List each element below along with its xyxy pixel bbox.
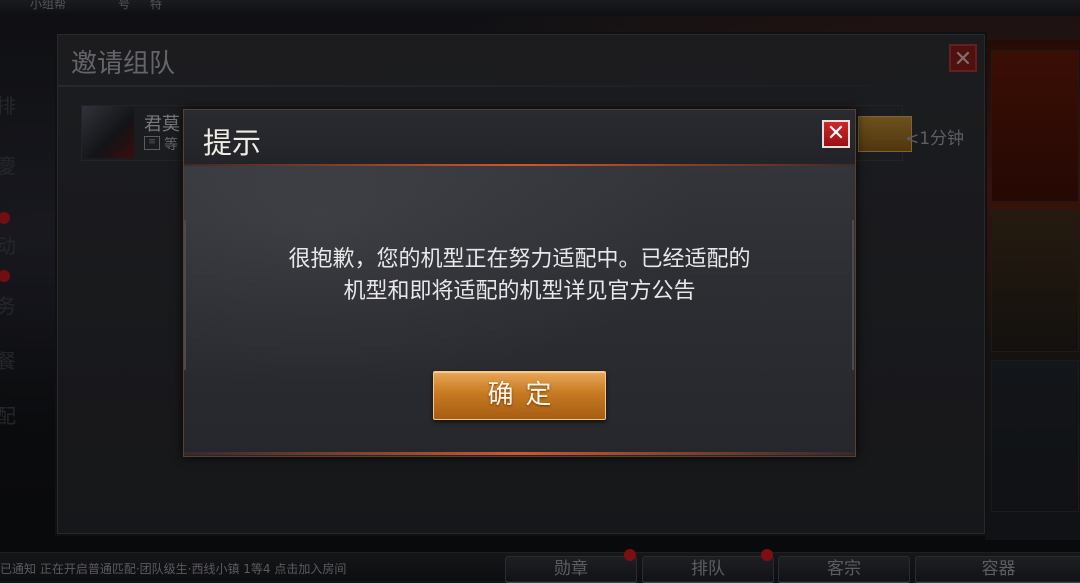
dialog-close-button[interactable]: ✕ <box>822 120 850 148</box>
divider <box>852 220 854 370</box>
dialog-message-line-1: 很抱歉，您的机型正在努力适配中。已经适配的 <box>288 247 751 272</box>
divider <box>184 220 186 370</box>
dialog-message: 很抱歉，您的机型正在努力适配中。已经适配的 机型和即将适配的机型详见官方公告 <box>224 244 815 308</box>
notice-dialog: 提示 ✕ 很抱歉，您的机型正在努力适配中。已经适配的 机型和即将适配的机型详见官… <box>183 109 856 457</box>
close-icon: ✕ <box>826 121 846 146</box>
dialog-title: 提示 <box>203 126 262 160</box>
dialog-message-line-2: 机型和即将适配的机型详见官方公告 <box>343 279 696 304</box>
divider <box>184 452 855 455</box>
dialog-header <box>184 110 855 166</box>
divider <box>184 164 855 166</box>
confirm-button[interactable]: 确定 <box>433 371 606 420</box>
